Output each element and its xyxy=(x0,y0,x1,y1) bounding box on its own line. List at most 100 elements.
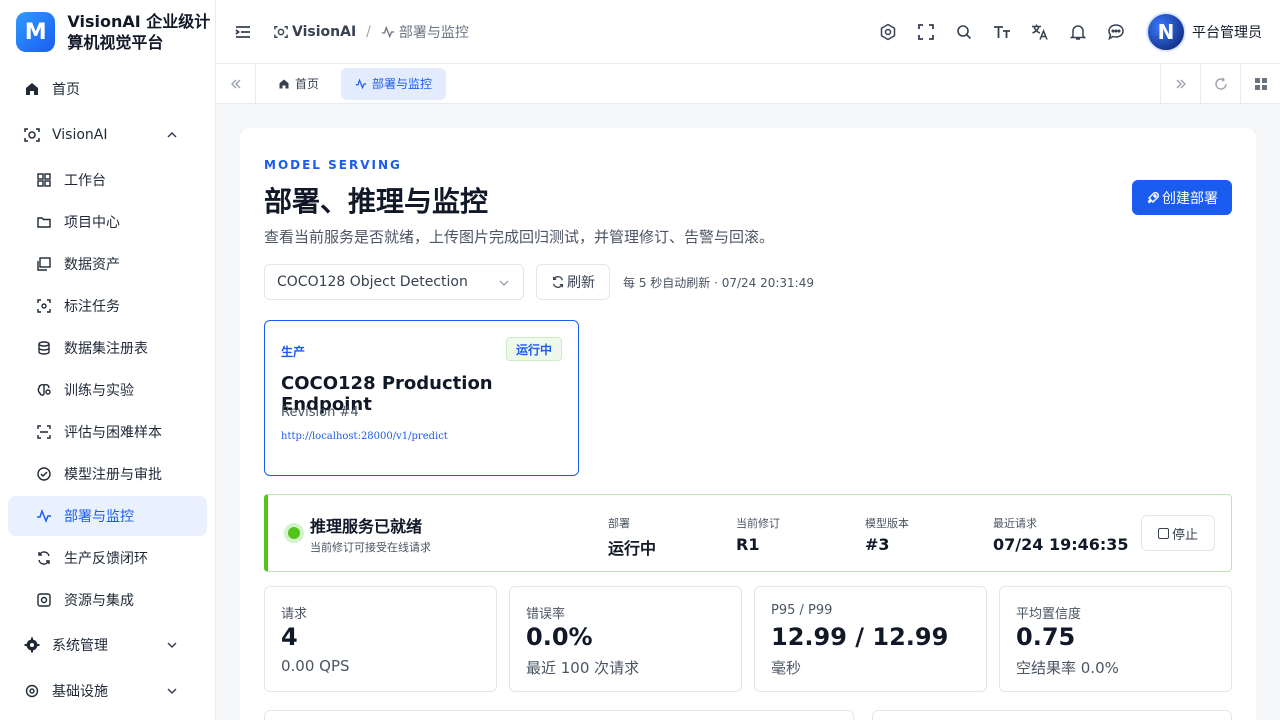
field-value: 07/24 19:46:35 xyxy=(993,535,1129,554)
status-badge: 运行中 xyxy=(505,337,562,361)
breadcrumb-root-label: VisionAI xyxy=(292,23,357,40)
model-select[interactable]: COCO128 Object Detection xyxy=(264,264,524,300)
tabs-scroll-left[interactable] xyxy=(216,63,256,104)
camera-scan-icon xyxy=(274,25,288,39)
metric-value: 0.75 xyxy=(1016,623,1076,651)
refresh-button[interactable]: 刷新 xyxy=(536,264,610,300)
sidebar-item-feedback[interactable]: 生产反馈闭环 xyxy=(8,538,207,578)
tab-label: 部署与监控 xyxy=(372,77,433,91)
integration-icon xyxy=(36,592,52,608)
page-title: 部署、推理与监控 xyxy=(264,185,489,218)
refresh-icon xyxy=(36,550,52,566)
sidebar-item-dataset-registry[interactable]: 数据集注册表 xyxy=(8,328,207,368)
sidebar-item-label: 标注任务 xyxy=(64,299,120,315)
tabs-grid-icon[interactable] xyxy=(1240,64,1280,104)
check-circle-icon xyxy=(36,466,52,482)
sidebar-item-label: 评估与困难样本 xyxy=(64,425,162,441)
avatar: N xyxy=(1146,12,1186,52)
sidebar-item-deployment[interactable]: 部署与监控 xyxy=(8,496,207,536)
field-label: 模型版本 xyxy=(865,517,909,530)
tab-home[interactable]: 首页 xyxy=(264,68,333,100)
sidebar-item-resources[interactable]: 资源与集成 xyxy=(8,580,207,620)
sidebar-item-evaluation[interactable]: 评估与困难样本 xyxy=(8,412,207,452)
main-content: MODEL SERVING 部署、推理与监控 查看当前服务是否就绪，上传图片完成… xyxy=(240,128,1256,720)
sidebar-item-label: 生产反馈闭环 xyxy=(64,551,148,567)
font-size-icon[interactable] xyxy=(992,22,1012,42)
model-select-value: COCO128 Object Detection xyxy=(277,274,468,290)
menu-toggle-icon[interactable] xyxy=(234,23,252,41)
field-value: #3 xyxy=(865,535,890,554)
page-eyebrow: MODEL SERVING xyxy=(264,158,402,172)
chevron-down-icon xyxy=(165,638,179,652)
sidebar-group-system[interactable]: 系统管理 xyxy=(8,624,207,666)
tabs-scroll-right[interactable] xyxy=(1160,64,1200,104)
model-version-field: 模型版本 #3 xyxy=(865,515,909,554)
page-description: 查看当前服务是否就绪，上传图片完成回归测试，并管理修订、告警与回滚。 xyxy=(264,228,775,246)
metric-sub: 空结果率 0.0% xyxy=(1016,659,1119,677)
field-label: 当前修订 xyxy=(736,517,780,530)
sidebar-nav: 首页 VisionAI 工作台 项目中心 数据资产 标注任务 数据集注册表 训练… xyxy=(0,68,215,712)
sidebar-item-workbench[interactable]: 工作台 xyxy=(8,160,207,200)
metric-label: 平均置信度 xyxy=(1016,607,1082,622)
breadcrumb-root[interactable]: VisionAI xyxy=(274,24,356,40)
sidebar-item-annotation[interactable]: 标注任务 xyxy=(8,286,207,326)
stop-button[interactable]: 停止 xyxy=(1140,515,1215,551)
sidebar-item-label: 训练与实验 xyxy=(64,383,134,399)
rocket-icon xyxy=(1146,191,1160,205)
sidebar-item-label: 首页 xyxy=(52,82,80,98)
sidebar-group-infra[interactable]: 基础设施 xyxy=(8,670,207,712)
images-icon xyxy=(36,256,52,272)
chat-icon[interactable] xyxy=(1106,22,1126,42)
endpoint-env: 生产 xyxy=(281,345,306,359)
endpoint-card[interactable]: 生产 运行中 COCO128 Production Endpoint Revis… xyxy=(264,320,579,476)
metric-error-rate: 错误率 0.0% 最近 100 次请求 xyxy=(509,586,742,692)
user-name: 平台管理员 xyxy=(1192,25,1262,41)
refresh-icon xyxy=(551,275,565,289)
activity-icon xyxy=(381,25,395,39)
fullscreen-icon[interactable] xyxy=(916,22,936,42)
sidebar-item-model-registry[interactable]: 模型注册与审批 xyxy=(8,454,207,494)
reload-tab-icon[interactable] xyxy=(1200,64,1240,104)
ready-subtitle: 当前修订可接受在线请求 xyxy=(310,541,431,554)
user-menu[interactable]: N 平台管理员 xyxy=(1146,12,1262,52)
activity-icon xyxy=(36,508,52,524)
logo-icon: M xyxy=(16,12,56,52)
settings-icon xyxy=(24,683,40,699)
sidebar-group-visionai[interactable]: VisionAI xyxy=(8,114,207,156)
field-label: 最近请求 xyxy=(993,517,1037,530)
bell-icon[interactable] xyxy=(1068,22,1088,42)
sidebar-item-training[interactable]: 训练与实验 xyxy=(8,370,207,410)
field-label: 部署 xyxy=(608,517,630,530)
create-deployment-label: 创建部署 xyxy=(1162,189,1218,206)
app-title: VisionAI 企业级计算机视觉平台 xyxy=(67,12,211,52)
bottom-panel-right xyxy=(872,710,1232,720)
logo-row[interactable]: M VisionAI 企业级计算机视觉平台 xyxy=(0,0,215,64)
tab-deployment[interactable]: 部署与监控 xyxy=(341,67,447,100)
deploy-status-field: 部署 运行中 xyxy=(608,515,656,559)
metric-confidence: 平均置信度 0.75 空结果率 0.0% xyxy=(999,586,1232,692)
auto-refresh-text: 每 5 秒自动刷新 · 07/24 20:31:49 xyxy=(623,276,814,290)
gear-icon xyxy=(24,637,40,653)
breadcrumb-separator: / xyxy=(366,23,371,40)
top-header: VisionAI / 部署与监控 N 平台管理员 xyxy=(216,0,1280,64)
settings-icon[interactable] xyxy=(878,22,898,42)
revision-field: 当前修订 R1 xyxy=(736,515,780,554)
search-icon[interactable] xyxy=(954,22,974,42)
metric-latency: P95 / P99 12.99 / 12.99 毫秒 xyxy=(754,586,987,692)
folder-icon xyxy=(36,214,52,230)
target-icon xyxy=(36,298,52,314)
sidebar-item-label: 数据集注册表 xyxy=(64,341,148,357)
home-icon xyxy=(24,81,40,97)
sidebar-item-data-assets[interactable]: 数据资产 xyxy=(8,244,207,284)
create-deployment-button[interactable]: 创建部署 xyxy=(1132,180,1232,215)
field-value: R1 xyxy=(736,535,760,554)
camera-scan-icon xyxy=(24,127,40,143)
sidebar-item-home[interactable]: 首页 xyxy=(8,68,207,110)
dashboard-icon xyxy=(36,172,52,188)
sidebar-item-label: 模型注册与审批 xyxy=(64,467,162,483)
translate-icon[interactable] xyxy=(1030,22,1050,42)
stop-label: 停止 xyxy=(1171,526,1198,542)
last-request-field: 最近请求 07/24 19:46:35 xyxy=(993,515,1129,554)
metric-value: 4 xyxy=(281,623,298,651)
sidebar-item-projects[interactable]: 项目中心 xyxy=(8,202,207,242)
